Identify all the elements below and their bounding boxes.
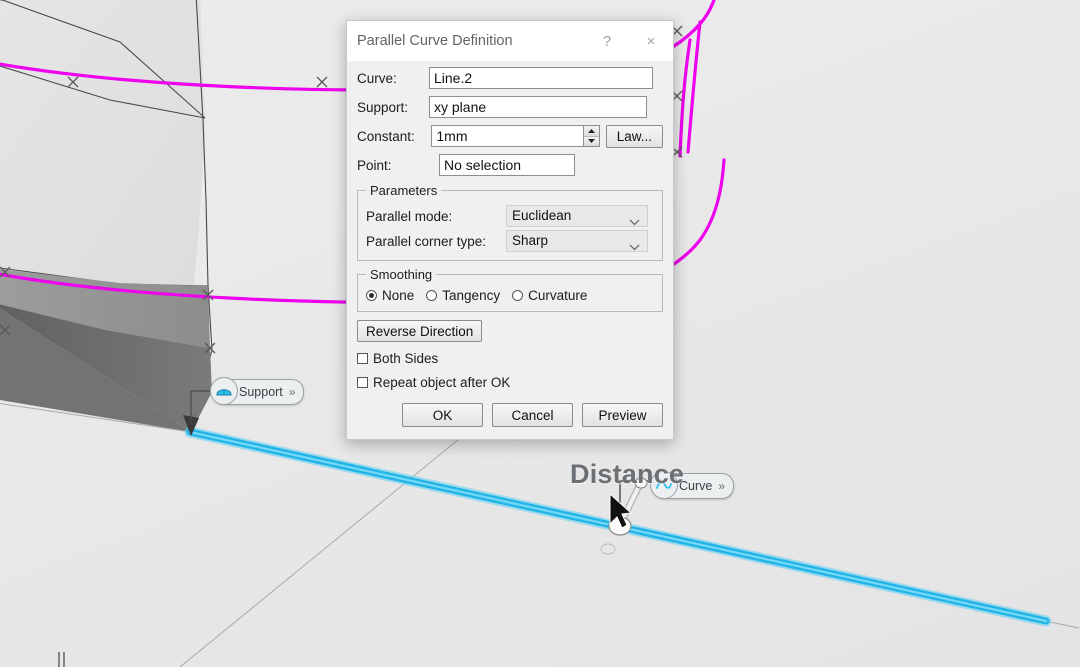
point-input[interactable]: No selection xyxy=(439,154,575,176)
stepper-down-icon[interactable] xyxy=(584,136,599,146)
help-button[interactable]: ? xyxy=(585,21,629,61)
curve-label: Curve: xyxy=(357,70,397,86)
repeat-object-checkbox[interactable]: Repeat object after OK xyxy=(357,375,663,390)
support-label: Support: xyxy=(357,99,409,115)
parallel-corner-select[interactable]: Sharp xyxy=(506,230,648,252)
curve-field-row: Curve: Line.2 xyxy=(357,67,663,89)
repeat-object-label: Repeat object after OK xyxy=(373,375,511,390)
smoothing-group: Smoothing None Tangency Curvature xyxy=(357,267,663,312)
parallel-curve-definition-dialog[interactable]: Parallel Curve Definition ? × Curve: Lin… xyxy=(346,20,674,440)
point-field-row: Point: No selection xyxy=(357,154,663,176)
dialog-button-row: OK Cancel Preview xyxy=(357,403,663,427)
curve-chip-expand-icon[interactable]: » xyxy=(718,479,725,493)
cancel-button[interactable]: Cancel xyxy=(492,403,573,427)
curve-input[interactable]: Line.2 xyxy=(429,67,653,89)
smoothing-option-curvature-label: Curvature xyxy=(528,288,588,303)
both-sides-label: Both Sides xyxy=(373,351,439,366)
both-sides-checkbox[interactable]: Both Sides xyxy=(357,351,663,366)
law-button[interactable]: Law... xyxy=(605,124,663,148)
radio-icon-none[interactable] xyxy=(366,290,377,301)
support-chip-expand-icon[interactable]: » xyxy=(289,385,296,399)
distance-annotation-label: Distance xyxy=(570,459,685,489)
ok-button[interactable]: OK xyxy=(402,403,483,427)
checkbox-icon-both-sides[interactable] xyxy=(357,353,368,364)
checkbox-icon-repeat-object[interactable] xyxy=(357,377,368,388)
support-field-row: Support: xy plane xyxy=(357,96,663,118)
parallel-corner-row: Parallel corner type: Sharp xyxy=(366,230,654,252)
viewport-tick-mark xyxy=(58,652,65,667)
support-input[interactable]: xy plane xyxy=(429,96,647,118)
close-icon[interactable]: × xyxy=(629,21,673,61)
support-chip-label: Support xyxy=(239,385,283,399)
constant-stepper[interactable] xyxy=(584,125,600,147)
reverse-direction-button[interactable]: Reverse Direction xyxy=(357,320,483,342)
chevron-down-icon xyxy=(629,237,640,251)
parameters-group: Parameters Parallel mode: Euclidean Para… xyxy=(357,183,663,261)
constant-label: Constant: xyxy=(357,128,415,144)
catia-application-window: Support » Curve » Distance Parallel Curv… xyxy=(0,0,1080,667)
parallel-corner-label: Parallel corner type: xyxy=(366,233,487,249)
parameters-legend: Parameters xyxy=(370,183,438,198)
stepper-up-icon[interactable] xyxy=(584,126,599,137)
smoothing-option-curvature[interactable]: Curvature xyxy=(512,288,587,303)
chevron-down-icon xyxy=(629,212,640,226)
smoothing-legend: Smoothing xyxy=(370,267,433,282)
parallel-mode-value: Euclidean xyxy=(512,208,572,223)
support-annotation-chip[interactable]: Support » xyxy=(210,377,305,405)
parallel-mode-label: Parallel mode: xyxy=(366,208,453,224)
dialog-titlebar[interactable]: Parallel Curve Definition ? × xyxy=(347,21,673,61)
smoothing-option-tangency-label: Tangency xyxy=(442,288,501,303)
preview-button[interactable]: Preview xyxy=(582,403,663,427)
parallel-mode-row: Parallel mode: Euclidean xyxy=(366,205,654,227)
parallel-mode-select[interactable]: Euclidean xyxy=(506,205,648,227)
plane-icon xyxy=(210,377,238,405)
constant-input[interactable]: 1mm xyxy=(431,125,585,147)
smoothing-options: None Tangency Curvature xyxy=(366,288,654,303)
radio-icon-curvature[interactable] xyxy=(512,290,524,301)
smoothing-option-tangency[interactable]: Tangency xyxy=(426,288,500,303)
dialog-body: Curve: Line.2 Support: xy plane Constant… xyxy=(347,61,673,439)
constant-field-row: Constant: 1mm Law... xyxy=(357,124,663,148)
smoothing-option-none-label: None xyxy=(382,288,415,303)
point-label: Point: xyxy=(357,157,392,173)
dialog-title: Parallel Curve Definition xyxy=(357,33,513,49)
smoothing-option-none[interactable]: None xyxy=(366,288,414,303)
radio-icon-tangency[interactable] xyxy=(426,290,438,301)
parallel-corner-value: Sharp xyxy=(512,233,549,248)
